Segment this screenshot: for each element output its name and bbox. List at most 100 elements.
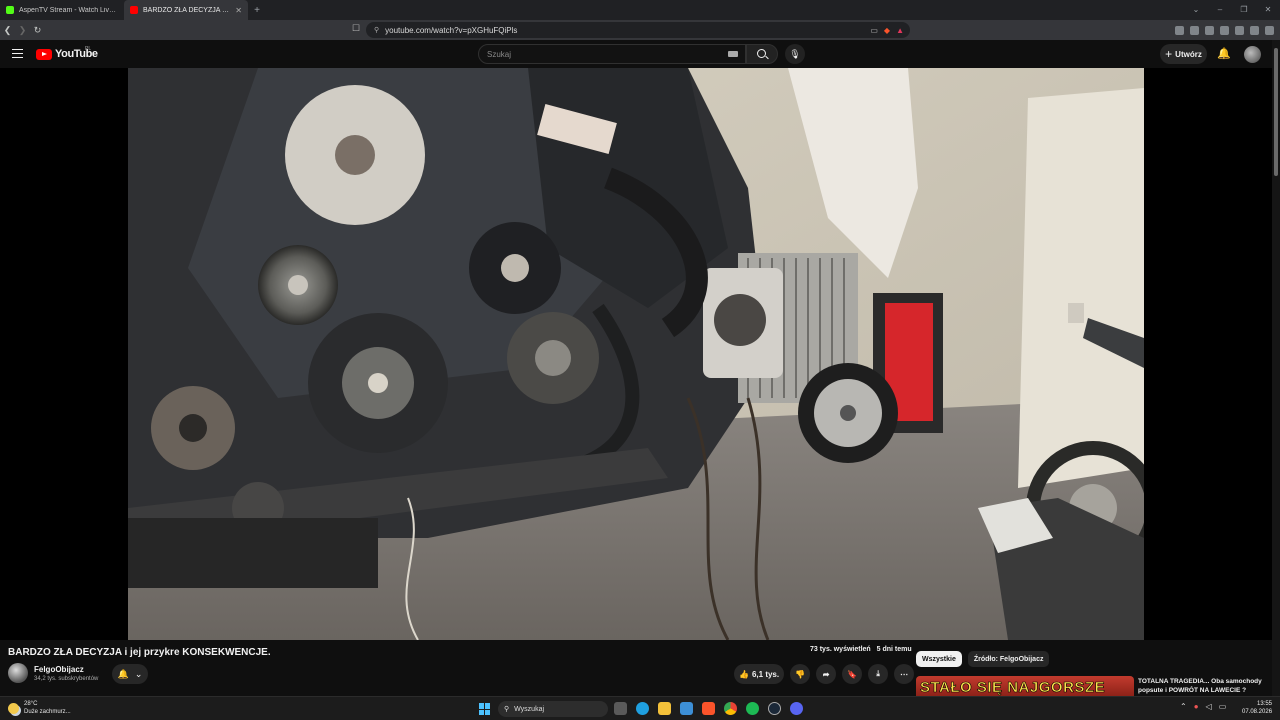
- like-count: 6,1 tys.: [751, 669, 780, 679]
- reload-button[interactable]: ↻: [30, 25, 45, 36]
- keyboard-icon[interactable]: [728, 51, 738, 57]
- scrollbar-thumb[interactable]: [1274, 48, 1278, 176]
- video-player[interactable]: [128, 68, 1144, 640]
- leo-icon[interactable]: [1235, 26, 1244, 35]
- wallet-icon[interactable]: [1220, 26, 1229, 35]
- channel-name[interactable]: FelgoObijacz: [34, 665, 84, 674]
- extension-icon[interactable]: [1175, 26, 1184, 35]
- cast-icon[interactable]: ▭: [870, 26, 878, 35]
- more-icon: ⋯: [900, 669, 909, 679]
- brave-shield-icon[interactable]: ◆: [884, 26, 890, 35]
- start-button[interactable]: [479, 703, 491, 715]
- edge-icon[interactable]: [636, 702, 649, 715]
- download-button[interactable]: ⤓: [868, 664, 889, 684]
- menu-icon[interactable]: [1265, 26, 1274, 35]
- save-button[interactable]: 🔖: [842, 664, 863, 684]
- window-controls: ⌄ – ❐ ✕: [1184, 0, 1280, 20]
- sidebar-icon[interactable]: [1205, 26, 1214, 35]
- taskbar-search[interactable]: ⚲ Wyszukaj: [498, 701, 608, 717]
- taskbar-apps: [614, 702, 803, 715]
- more-actions-button[interactable]: ⋯: [894, 664, 915, 684]
- create-button[interactable]: + Utwórz: [1160, 44, 1207, 64]
- video-actions: 👍 6,1 tys. 👎 ➦ 🔖 ⤓ ⋯: [734, 664, 915, 684]
- windows-taskbar: 28°C Duże zachmurz... ⚲ Wyszukaj ⌃ ● ◁ ▭…: [0, 696, 1280, 720]
- video-frame: [128, 68, 1144, 640]
- music-icon[interactable]: [1190, 26, 1199, 35]
- hamburger-menu-icon[interactable]: [12, 49, 23, 58]
- like-button[interactable]: 👍 6,1 tys.: [734, 664, 785, 684]
- search-input[interactable]: Szukaj: [478, 44, 746, 64]
- player-letterbox-right: [1144, 68, 1272, 640]
- mic-icon: 🎙: [789, 49, 801, 59]
- tab-kick[interactable]: AspenTV Stream - Watch Live on Kick: [0, 0, 124, 20]
- tab-youtube[interactable]: BARDZO ZŁA DECYZJA i jej przykre KONSEKW…: [124, 0, 248, 20]
- forward-button[interactable]: ❯: [15, 25, 30, 36]
- weather-icon: [8, 702, 19, 714]
- store-icon[interactable]: [680, 702, 693, 715]
- youtube-play-icon: [36, 48, 52, 60]
- create-label: Utwórz: [1175, 49, 1202, 59]
- youtube-wordmark: YouTube: [55, 48, 98, 60]
- new-tab-button[interactable]: +: [248, 5, 266, 16]
- youtube-favicon-icon: [130, 6, 138, 14]
- chip-all[interactable]: Wszystkie: [916, 651, 962, 667]
- network-icon[interactable]: ▭: [1219, 702, 1227, 711]
- recommended-video-title[interactable]: TOTALNA TRAGEDIA... Oba samochody popsut…: [1138, 677, 1270, 695]
- discord-icon[interactable]: [790, 702, 803, 715]
- view-count-and-date: 73 tys. wyświetleń 5 dni temu: [810, 646, 912, 653]
- share-icon: ➦: [822, 669, 830, 679]
- close-window-button[interactable]: ✕: [1256, 0, 1280, 20]
- address-toolbar: ❮ ❯ ↻ ☐ ⚲ youtube.com/watch?v=pXGHuFQiPl…: [0, 20, 1280, 40]
- weather-desc: Duże zachmurz...: [24, 709, 71, 715]
- subscription-bell-button[interactable]: 🔔 ⌄: [112, 664, 148, 684]
- back-button[interactable]: ❮: [0, 25, 15, 36]
- tab-search-icon[interactable]: ⌄: [1184, 0, 1208, 20]
- tab-title: BARDZO ZŁA DECYZJA i jej przykre KONSEKW…: [143, 6, 230, 14]
- search-icon: ⚲: [504, 706, 510, 713]
- bookmark-icon[interactable]: ☐: [352, 23, 360, 34]
- close-tab-icon[interactable]: ✕: [235, 6, 242, 15]
- recommendation-chips: Wszystkie Źródło: FelgoObijacz: [916, 651, 1050, 667]
- thumbs-up-icon: 👍: [739, 669, 749, 679]
- clock[interactable]: 13:55 07.08.2026: [1242, 700, 1272, 716]
- thumbs-down-icon: 👎: [795, 669, 806, 679]
- thumbnail-text: STAŁO SIĘ NAJGORSZE: [920, 679, 1106, 696]
- task-view-icon[interactable]: [614, 702, 627, 715]
- brave-icon[interactable]: [702, 702, 715, 715]
- bookmark-icon: 🔖: [847, 669, 858, 679]
- notifications-bell-icon[interactable]: 🔔: [1217, 47, 1231, 60]
- taskbar-search-label: Wyszukaj: [514, 705, 545, 713]
- microphone-tray-icon[interactable]: ●: [1194, 702, 1199, 711]
- dislike-button[interactable]: 👎: [790, 664, 811, 684]
- vpn-icon[interactable]: [1250, 26, 1259, 35]
- date: 07.08.2026: [1242, 709, 1273, 715]
- spotify-icon[interactable]: [746, 702, 759, 715]
- chevron-up-icon[interactable]: ⌃: [1180, 702, 1187, 711]
- region-code: PL: [85, 46, 92, 52]
- channel-avatar[interactable]: [8, 663, 28, 683]
- chevron-down-icon: ⌄: [134, 668, 143, 679]
- minimize-button[interactable]: –: [1208, 0, 1232, 20]
- rewards-icon[interactable]: ▲: [896, 26, 904, 35]
- weather-widget[interactable]: 28°C Duże zachmurz...: [8, 700, 71, 716]
- volume-icon[interactable]: ◁: [1206, 702, 1212, 711]
- time: 13:55: [1256, 701, 1272, 707]
- steam-icon[interactable]: [768, 702, 781, 715]
- account-avatar[interactable]: [1244, 46, 1261, 63]
- system-tray: ⌃ ● ◁ ▭: [1180, 702, 1226, 711]
- kick-favicon-icon: [6, 6, 14, 14]
- url-actions: ▭ ◆ ▲: [870, 22, 904, 38]
- youtube-header: YouTube PL Szukaj 🎙 + Utwórz 🔔: [0, 40, 1280, 68]
- url-bar[interactable]: ⚲ youtube.com/watch?v=pXGHuFQiPls ▭ ◆ ▲: [366, 22, 910, 38]
- chrome-icon[interactable]: [724, 702, 737, 715]
- share-button[interactable]: ➦: [816, 664, 837, 684]
- file-explorer-icon[interactable]: [658, 702, 671, 715]
- extensions-area: [1175, 26, 1274, 35]
- maximize-button[interactable]: ❐: [1232, 0, 1256, 20]
- voice-search-button[interactable]: 🎙: [785, 44, 805, 64]
- chip-source-channel[interactable]: Źródło: FelgoObijacz: [967, 651, 1050, 667]
- video-title: BARDZO ZŁA DECYZJA i jej przykre KONSEKW…: [8, 647, 271, 658]
- recommended-video-thumbnail[interactable]: STAŁO SIĘ NAJGORSZE: [916, 676, 1134, 696]
- site-info-icon[interactable]: ⚲: [374, 26, 379, 34]
- search-button[interactable]: [746, 44, 778, 64]
